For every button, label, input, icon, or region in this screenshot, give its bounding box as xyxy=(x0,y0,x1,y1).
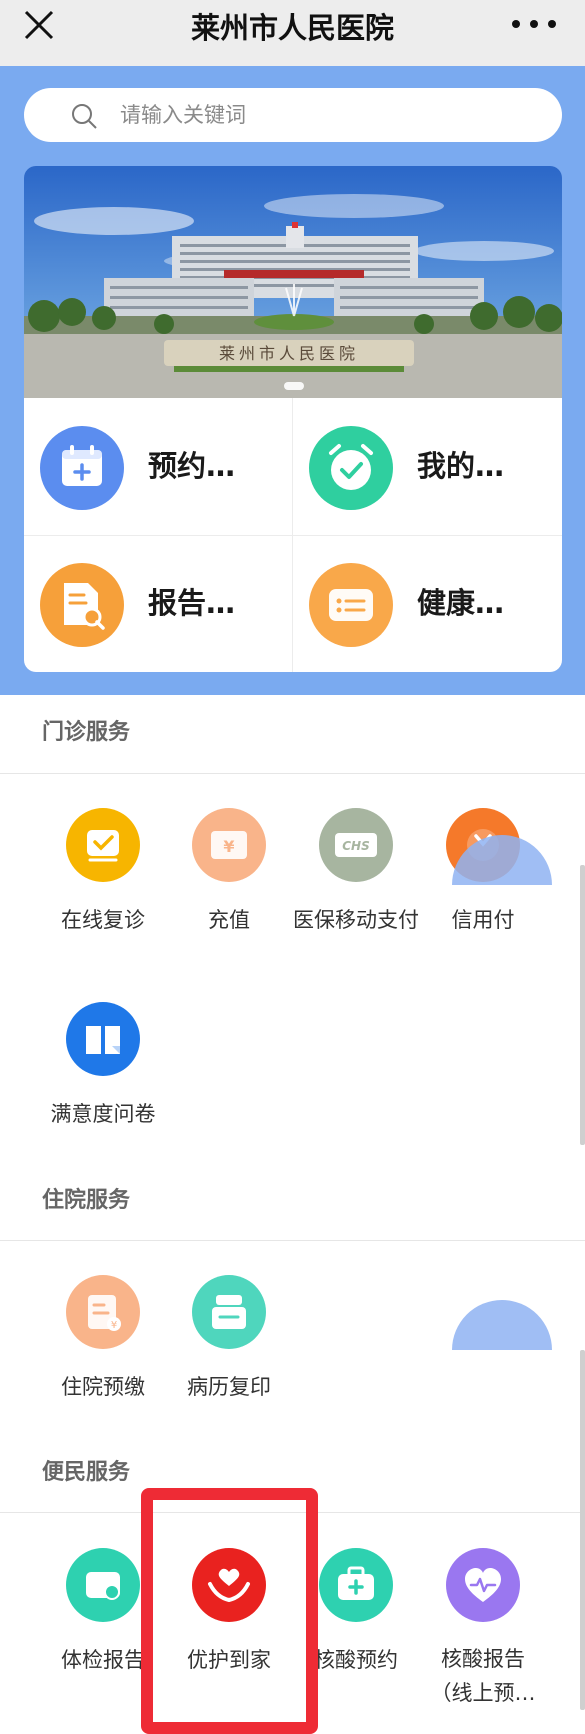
service-label: 充值 xyxy=(208,908,250,932)
search-icon xyxy=(72,104,97,129)
service-recharge[interactable]: ¥ 充值 xyxy=(164,808,294,938)
service-inpatient-prepay[interactable]: ¥ 住院预缴 xyxy=(38,1275,168,1405)
service-online-consult[interactable]: 在线复诊 xyxy=(38,808,168,938)
quick-action-health[interactable]: 健康… xyxy=(293,535,562,672)
recharge-card-icon: ¥ xyxy=(192,808,266,882)
service-label: 医保移动支付 xyxy=(293,908,419,932)
service-label: 核酸报告 （线上预… xyxy=(430,1647,536,1705)
floating-button[interactable] xyxy=(452,1300,552,1350)
quick-action-report[interactable]: 报告… xyxy=(24,535,293,672)
service-nucleic-acid-report[interactable]: 核酸报告 （线上预… xyxy=(418,1548,548,1710)
chs-card-icon: CHS xyxy=(319,808,393,882)
report-search-icon xyxy=(40,563,124,647)
search-placeholder: 请输入关键词 xyxy=(120,103,246,127)
service-satisfaction-survey[interactable]: 满意度问卷 xyxy=(38,1002,168,1132)
more-options-icon[interactable] xyxy=(509,14,559,38)
record-copy-icon xyxy=(192,1275,266,1349)
quick-action-my[interactable]: 我的… xyxy=(293,398,562,535)
search-input[interactable]: 请输入关键词 xyxy=(24,88,562,142)
quick-action-label: 报告… xyxy=(148,586,236,620)
hospital-banner[interactable]: 莱州市人民医院 xyxy=(24,166,562,398)
quick-actions-panel: 预约… 我的… 报告… 健康… xyxy=(24,398,562,672)
quick-action-label: 健康… xyxy=(417,586,505,620)
calendar-plus-icon xyxy=(40,426,124,510)
carousel-indicator[interactable] xyxy=(284,382,304,390)
medical-kit-icon xyxy=(319,1548,393,1622)
quick-action-label: 我的… xyxy=(417,449,505,483)
hospital-building-image: 莱州市人民医院 xyxy=(24,166,562,398)
quick-action-label: 预约… xyxy=(148,449,236,483)
quick-action-appointment[interactable]: 预约… xyxy=(24,398,293,535)
service-label: 信用付 xyxy=(451,908,515,932)
service-label: 住院预缴 xyxy=(61,1375,145,1399)
highlight-frame xyxy=(141,1488,318,1734)
svg-text:¥: ¥ xyxy=(111,1320,117,1331)
survey-book-icon xyxy=(66,1002,140,1076)
online-consult-icon xyxy=(66,808,140,882)
banner-sign-text: 莱州市人民医院 xyxy=(219,344,359,363)
divider xyxy=(0,1240,585,1241)
navigation-bar: 莱州市人民医院 xyxy=(0,0,585,66)
chs-text: CHS xyxy=(342,839,370,853)
checkup-report-icon xyxy=(66,1548,140,1622)
health-card-icon xyxy=(309,563,393,647)
heart-pulse-icon xyxy=(446,1548,520,1622)
service-label: 在线复诊 xyxy=(61,908,145,932)
page-title: 莱州市人民医院 xyxy=(190,11,394,45)
alarm-check-icon xyxy=(309,426,393,510)
service-label: 满意度问卷 xyxy=(50,1102,156,1126)
service-record-copy[interactable]: 病历复印 xyxy=(164,1275,294,1405)
divider xyxy=(0,773,585,774)
svg-text:¥: ¥ xyxy=(223,837,234,856)
section-title-convenience: 便民服务 xyxy=(42,1460,131,1485)
section-title-outpatient: 门诊服务 xyxy=(42,720,131,745)
service-label: 病历复印 xyxy=(187,1375,271,1399)
scrollbar[interactable] xyxy=(580,865,585,1145)
section-title-inpatient: 住院服务 xyxy=(42,1188,131,1213)
scrollbar[interactable] xyxy=(580,1350,585,1710)
prepay-document-icon: ¥ xyxy=(66,1275,140,1349)
service-chs-mobile-pay[interactable]: CHS 医保移动支付 xyxy=(291,808,421,938)
hero-section: 请输入关键词 莱州市人民医院 预约… 我的… 报告… 健康… xyxy=(0,66,585,695)
